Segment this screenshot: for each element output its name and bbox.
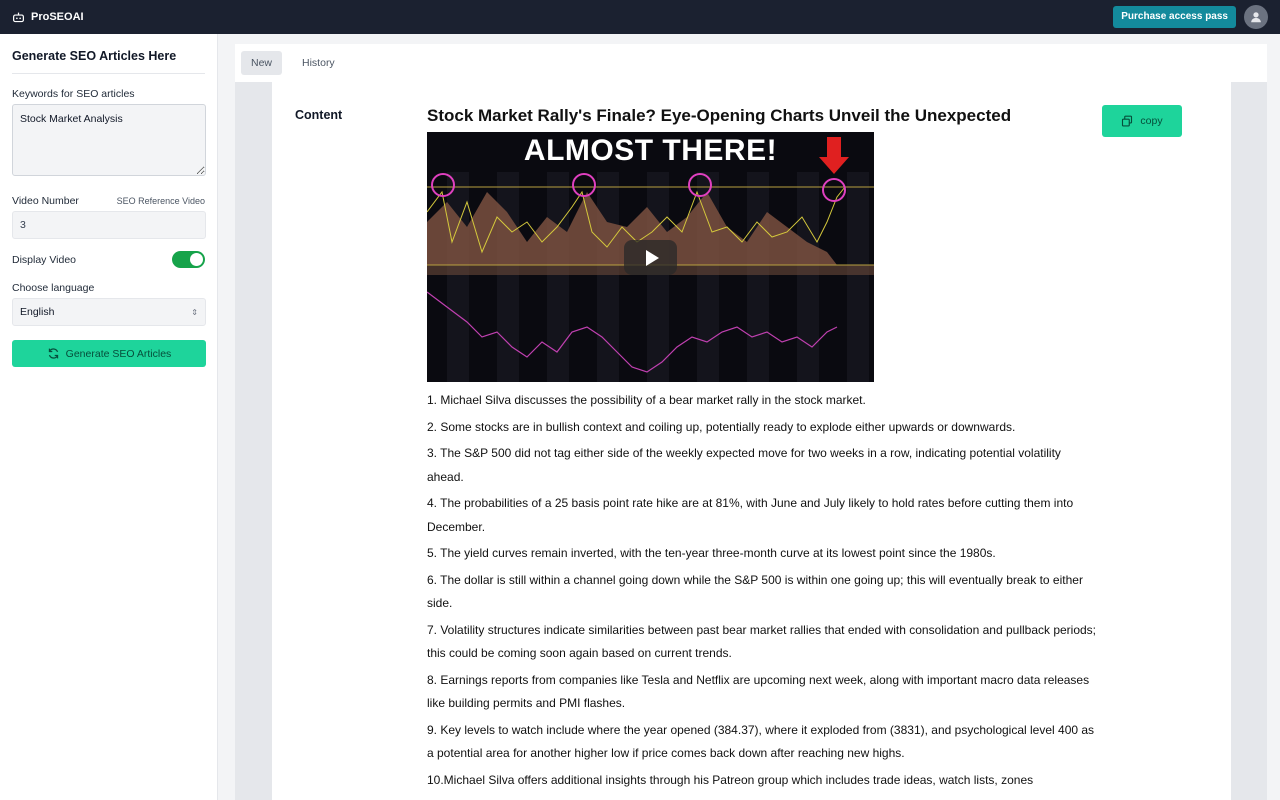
display-video-toggle[interactable] (172, 251, 205, 268)
brand[interactable]: ProSEOAI (12, 11, 84, 24)
article-paragraph: 8. Earnings reports from companies like … (427, 672, 1090, 711)
video-number-label: Video Number (12, 195, 79, 207)
article-paragraph: 6. The dollar is still within a channel … (427, 572, 1083, 611)
robot-icon (13, 12, 24, 22)
top-navbar: ProSEOAI Purchase access pass (0, 0, 1280, 34)
language-value: English (20, 306, 55, 318)
keywords-label: Keywords for SEO articles (12, 88, 135, 100)
content-card: Content Stock Market Rally's Finale? Eye… (272, 82, 1231, 800)
purchase-access-button[interactable]: Purchase access pass (1113, 6, 1236, 28)
seo-reference-video-link[interactable]: SEO Reference Video (117, 196, 205, 206)
article-paragraph: 2. Some stocks are in bullish context an… (427, 419, 1016, 434)
video-overlay-text: ALMOST THERE! (523, 134, 778, 167)
article-paragraph: 3. The S&P 500 did not tag either side o… (427, 446, 1061, 484)
article-paragraph: 1. Michael Silva discusses the possibili… (427, 393, 866, 407)
play-button[interactable] (624, 240, 677, 275)
video-player[interactable]: ALMOST THERE! (427, 132, 874, 382)
article-paragraph: 5. The yield curves remain inverted, wit… (427, 546, 996, 560)
article-paragraph: 9. Key levels to watch include where the… (427, 722, 1095, 761)
generate-seo-articles-button[interactable]: Generate SEO Articles (12, 340, 206, 367)
sidebar: Generate SEO Articles Here Keywords for … (0, 34, 218, 800)
article: Stock Market Rally's Finale? Eye-Opening… (427, 106, 1097, 792)
language-label: Choose language (12, 282, 95, 294)
refresh-icon (48, 348, 58, 359)
copy-icon (1122, 115, 1133, 127)
article-paragraph: 7. Volatility structures indicate simila… (427, 622, 1097, 661)
language-select[interactable]: English ⇕ (12, 298, 206, 326)
play-icon (645, 249, 659, 266)
article-paragraph: 4. The probabilities of a 25 basis point… (427, 496, 1074, 534)
sidebar-title: Generate SEO Articles Here (12, 49, 205, 74)
chevron-updown-icon: ⇕ (191, 307, 198, 317)
content-label: Content (295, 108, 343, 122)
user-avatar[interactable] (1244, 5, 1268, 29)
content-area: Content Stock Market Rally's Finale? Eye… (235, 82, 1267, 800)
user-icon (1251, 12, 1261, 23)
tab-new[interactable]: New (241, 51, 283, 75)
main-panel: New History Content Stock Market Rally's… (235, 44, 1267, 800)
copy-label: copy (1140, 115, 1163, 127)
tab-bar: New History (235, 44, 1267, 82)
article-title: Stock Market Rally's Finale? Eye-Opening… (427, 106, 1012, 125)
generate-label: Generate SEO Articles (65, 347, 172, 360)
copy-button[interactable]: copy (1102, 105, 1182, 137)
keywords-input[interactable]: Stock Market Analysis (12, 104, 206, 176)
tab-history[interactable]: History (292, 51, 345, 75)
brand-name: ProSEOAI (31, 11, 84, 23)
display-video-label: Display Video (12, 253, 77, 266)
article-paragraph: 10.Michael Silva offers additional insig… (427, 772, 1034, 787)
video-number-input[interactable] (12, 211, 206, 239)
toggle-knob (190, 253, 203, 266)
